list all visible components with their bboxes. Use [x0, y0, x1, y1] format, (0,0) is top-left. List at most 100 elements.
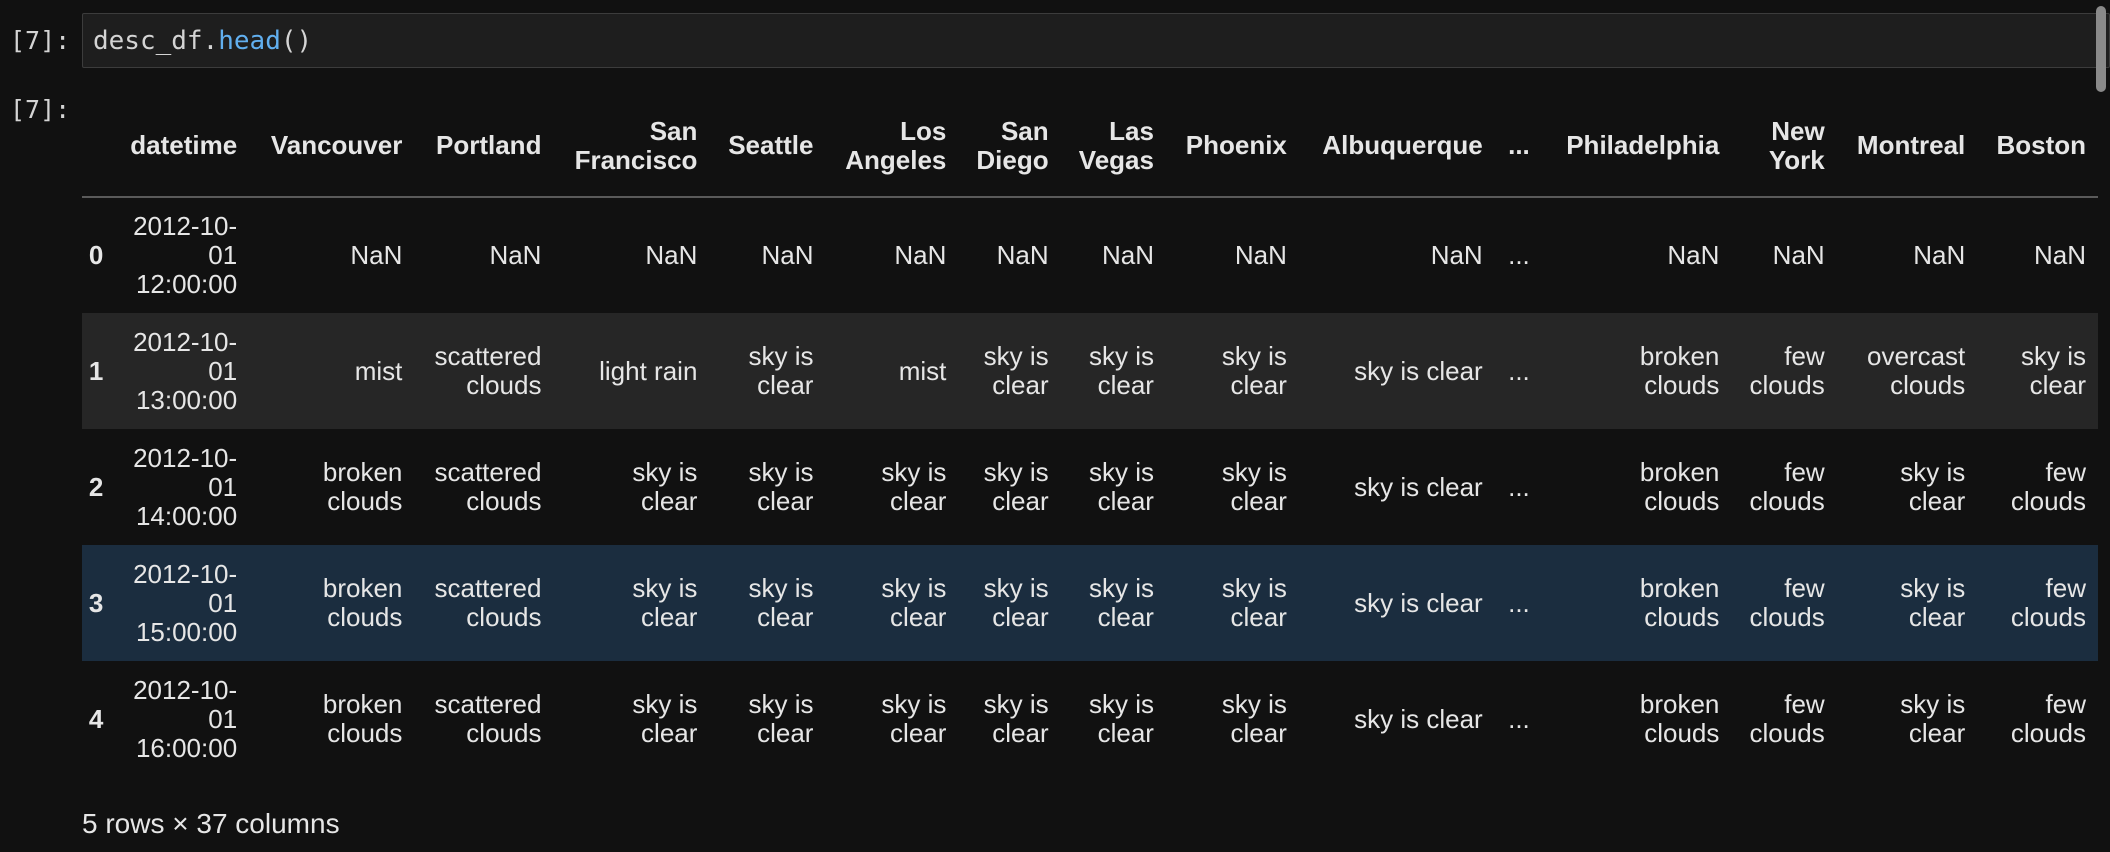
table-header-row: datetime Vancouver Portland San Francisco Sea…: [82, 95, 2098, 198]
table-cell: broken clouds: [1639, 689, 1720, 748]
table-cell: broken clouds: [322, 457, 403, 516]
table-cell: sky is clear: [1354, 471, 1483, 502]
column-header: Vancouver: [249, 95, 415, 198]
table-cell: sky is clear: [1354, 355, 1483, 386]
table-cell: NaN: [350, 240, 403, 270]
table-cell: 2012-10- 01 13:00:00: [133, 326, 238, 415]
table-row: 1 2012-10- 01 13:00:00 mist scattered clouds li…: [82, 313, 2098, 429]
table-cell: 2012-10- 01 16:00:00: [133, 674, 238, 763]
table-cell: broken clouds: [1639, 457, 1720, 516]
index-header: [82, 95, 111, 198]
table-cell: NaN: [489, 240, 542, 270]
table-cell: few clouds: [1749, 341, 1825, 400]
table-cell: sky is clear: [1088, 573, 1154, 632]
table-cell: few clouds: [1749, 457, 1825, 516]
cell-ellipsis: ...: [1508, 240, 1530, 270]
row-index: 0: [88, 240, 104, 270]
table-cell: broken clouds: [1639, 341, 1720, 400]
column-header: datetime: [110, 95, 250, 198]
table-cell: sky is clear: [1221, 573, 1287, 632]
column-header: San Francisco: [553, 95, 710, 198]
column-header: Albuquerque: [1298, 95, 1495, 198]
column-header: San Diego: [958, 95, 1061, 198]
output-prompt: [7]:: [10, 95, 71, 124]
table-cell: scattered clouds: [434, 341, 542, 400]
code-variable: desc_df.: [93, 25, 219, 56]
table-cell: sky is clear: [983, 341, 1049, 400]
dataframe-table: datetime Vancouver Portland San Francisco Sea…: [82, 95, 2098, 777]
table-cell: sky is clear: [2021, 341, 2086, 400]
column-header: Seattle: [709, 95, 826, 198]
table-cell: broken clouds: [322, 573, 403, 632]
table-cell: overcast clouds: [1867, 341, 1966, 400]
code-function: head: [218, 25, 281, 56]
table-cell: scattered clouds: [434, 689, 542, 748]
table-cell: sky is clear: [1088, 689, 1154, 748]
table-cell: NaN: [645, 240, 698, 270]
table-cell: sky is clear: [1900, 457, 1966, 516]
table-row: 2 2012-10- 01 14:00:00 broken clouds scattered…: [82, 429, 2098, 545]
input-prompt: [7]:: [10, 26, 71, 55]
table-cell: NaN: [996, 240, 1049, 270]
table-cell: NaN: [1430, 240, 1483, 270]
table-cell: sky is clear: [748, 689, 814, 748]
table-row: 0 2012-10- 01 12:00:00 NaN NaN NaN NaN NaN NaN NaN…: [82, 197, 2098, 313]
table-cell: sky is clear: [1088, 341, 1154, 400]
cell-ellipsis: ...: [1508, 587, 1530, 618]
column-header: Portland: [414, 95, 554, 198]
table-cell: NaN: [1667, 240, 1720, 270]
table-cell: sky is clear: [1088, 457, 1154, 516]
table-cell: sky is clear: [1354, 587, 1483, 618]
table-cell: sky is clear: [632, 689, 698, 748]
table-cell: broken clouds: [322, 689, 403, 748]
table-cell: sky is clear: [1354, 703, 1483, 734]
table-cell: sky is clear: [983, 457, 1049, 516]
cell-ellipsis: ...: [1508, 471, 1530, 502]
table-cell: sky is clear: [881, 457, 947, 516]
dataframe-shape: 5 rows × 37 columns: [82, 808, 340, 839]
code-cell-editor[interactable]: desc_df. head(): [82, 13, 2110, 68]
table-cell: sky is clear: [983, 573, 1049, 632]
table-cell: NaN: [1101, 240, 1154, 270]
table-cell: sky is clear: [1900, 689, 1966, 748]
column-header: Montreal: [1836, 95, 1978, 198]
table-cell: NaN: [2033, 240, 2086, 270]
table-cell: NaN: [761, 240, 814, 270]
table-cell: broken clouds: [1639, 573, 1720, 632]
table-cell: sky is clear: [1221, 341, 1287, 400]
table-cell: NaN: [894, 240, 947, 270]
table-cell: NaN: [1234, 240, 1287, 270]
table-cell: few clouds: [1749, 573, 1825, 632]
column-header: Boston: [1977, 95, 2098, 198]
table-row: 4 2012-10- 01 16:00:00 broken clouds scattered…: [82, 661, 2098, 777]
row-index: 4: [88, 703, 104, 734]
table-cell: sky is clear: [748, 341, 814, 400]
table-row: 3 2012-10- 01 15:00:00 broken clouds scattered…: [82, 545, 2098, 661]
table-cell: sky is clear: [748, 457, 814, 516]
row-index: 2: [88, 471, 104, 502]
column-header: Phoenix: [1165, 95, 1299, 198]
table-cell: sky is clear: [632, 573, 698, 632]
table-cell: scattered clouds: [434, 573, 542, 632]
table-cell: mist: [898, 355, 947, 386]
cell-output: datetime Vancouver Portland San Francisco Sea…: [82, 95, 2098, 777]
table-cell: sky is clear: [748, 573, 814, 632]
code-args: (): [280, 25, 313, 56]
column-header: New York: [1731, 95, 1837, 198]
table-cell: NaN: [1913, 240, 1966, 270]
column-header: Philadelphia: [1543, 95, 1732, 198]
vertical-scrollbar[interactable]: [2096, 6, 2106, 92]
table-cell: 2012-10- 01 14:00:00: [133, 442, 238, 531]
table-cell: 2012-10- 01 15:00:00: [133, 558, 238, 647]
table-cell: sky is clear: [881, 689, 947, 748]
table-cell: light rain: [599, 355, 698, 386]
row-index: 1: [88, 355, 104, 386]
column-header-ellipsis: ...: [1494, 95, 1544, 198]
table-cell: mist: [354, 355, 403, 386]
cell-ellipsis: ...: [1508, 355, 1530, 386]
table-cell: sky is clear: [632, 457, 698, 516]
table-body: 0 2012-10- 01 12:00:00 NaN NaN NaN NaN NaN NaN NaN…: [82, 197, 2098, 777]
table-cell: few clouds: [2010, 573, 2086, 632]
table-cell: sky is clear: [1900, 573, 1966, 632]
table-cell: few clouds: [2010, 689, 2086, 748]
